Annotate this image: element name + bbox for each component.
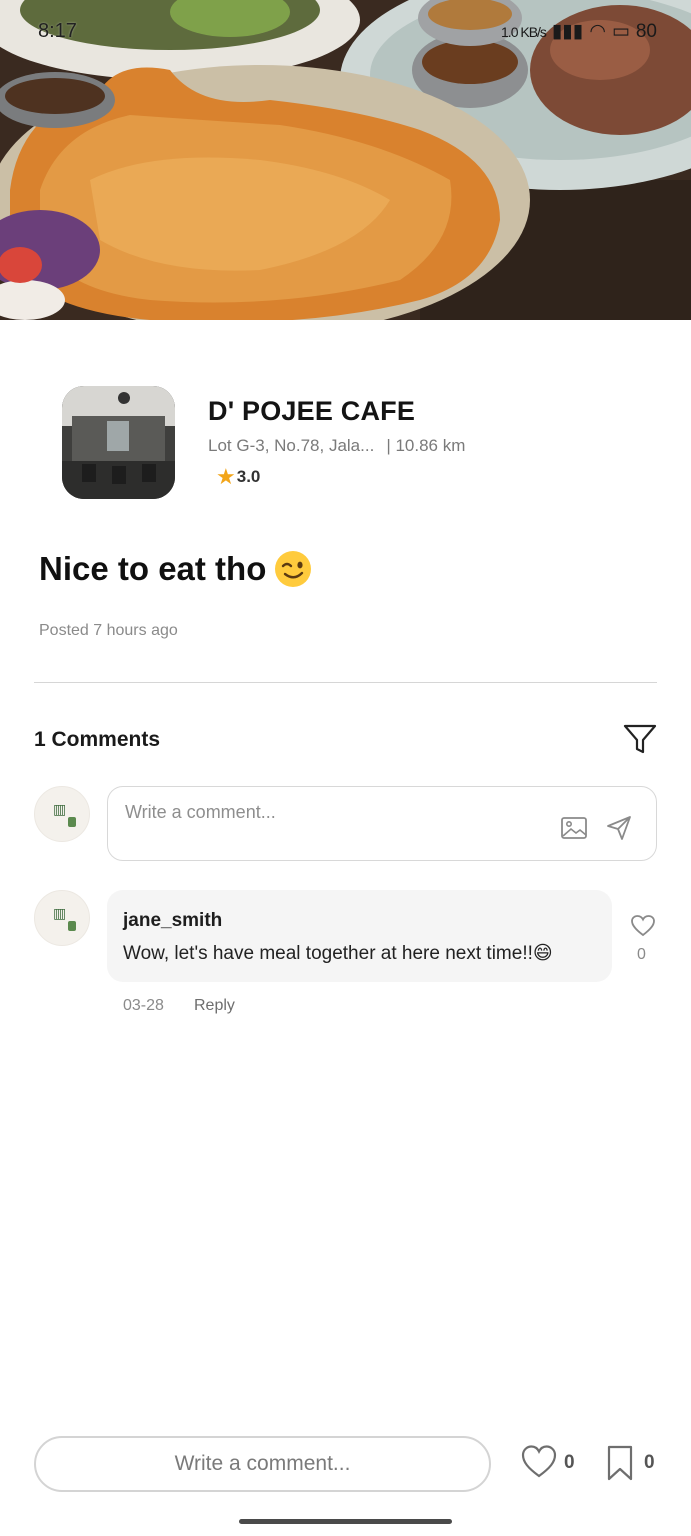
- section-divider: [34, 682, 657, 683]
- rating-value: 3.0: [236, 467, 261, 486]
- battery-icon: ▭: [611, 21, 630, 42]
- bottom-comment-input[interactable]: Write a comment...: [34, 1436, 491, 1492]
- hero-food-image: 8:17 1.0 KB/s ▮▮▮ ◠ ▭ 80: [0, 0, 691, 320]
- comment-username[interactable]: jane_smith: [123, 910, 222, 932]
- comment-input-field[interactable]: Write a comment...: [107, 786, 657, 861]
- comment-text: Wow, let's have meal together at here ne…: [123, 943, 553, 964]
- commenter-avatar[interactable]: ▥: [34, 890, 90, 946]
- cafe-name[interactable]: D' POJEE CAFE: [208, 396, 415, 427]
- star-icon: ★: [216, 464, 236, 489]
- status-bar: 8:17 1.0 KB/s ▮▮▮ ◠ ▭ 80: [0, 0, 691, 64]
- cafe-thumbnail[interactable]: [62, 386, 175, 499]
- cafe-rating: ★ 3.0: [216, 466, 260, 488]
- post-title: Nice to eat tho: [39, 550, 312, 588]
- comment-like-heart-icon[interactable]: [630, 914, 656, 938]
- send-icon[interactable]: [605, 815, 633, 841]
- wifi-icon: ◠: [589, 21, 606, 42]
- comment-reply-button[interactable]: Reply: [194, 997, 235, 1015]
- wink-emoji-icon: [275, 551, 312, 587]
- comment-bubble: jane_smith Wow, let's have meal together…: [107, 890, 612, 982]
- filter-icon: [623, 724, 657, 754]
- status-time: 8:17: [38, 20, 77, 42]
- comment-date: 03-28: [123, 997, 164, 1014]
- image-attach-icon[interactable]: [560, 816, 588, 840]
- current-user-avatar: ▥: [34, 786, 90, 842]
- home-indicator[interactable]: [239, 1519, 452, 1524]
- cafe-interior-image: [62, 386, 175, 499]
- avatar-logo-icon: ▥: [53, 801, 67, 817]
- avatar-logo-mark: [68, 921, 76, 931]
- cafe-distance: | 10.86 km: [386, 436, 466, 455]
- post-like-count: 0: [564, 1452, 575, 1473]
- network-speed: 1.0 KB/s: [501, 23, 547, 40]
- avatar-logo-icon: ▥: [53, 905, 67, 921]
- filter-button[interactable]: [622, 722, 658, 756]
- comments-count-heading: 1 Comments: [34, 728, 161, 751]
- post-title-text: Nice to eat tho: [39, 550, 267, 587]
- bottom-comment-placeholder: Write a comment...: [174, 1452, 351, 1475]
- cafe-header[interactable]: D' POJEE CAFE Lot G-3, No.78, Jala... | 1…: [62, 386, 662, 499]
- avatar-logo-mark: [68, 817, 76, 827]
- post-like-heart-icon[interactable]: [521, 1444, 557, 1480]
- bookmark-icon[interactable]: [606, 1444, 634, 1482]
- comment-like-count: 0: [637, 946, 646, 963]
- signal-icon: ▮▮▮: [551, 21, 584, 42]
- post-timestamp: Posted 7 hours ago: [39, 622, 178, 639]
- cafe-address-line: Lot G-3, No.78, Jala... | 10.86 km: [208, 436, 465, 456]
- status-indicators: 1.0 KB/s ▮▮▮ ◠ ▭ 80: [501, 20, 657, 43]
- post-save-count: 0: [644, 1452, 655, 1473]
- battery-level: 80: [635, 20, 657, 42]
- cafe-address: Lot G-3, No.78, Jala...: [208, 436, 375, 455]
- comment-input-placeholder: Write a comment...: [125, 802, 276, 822]
